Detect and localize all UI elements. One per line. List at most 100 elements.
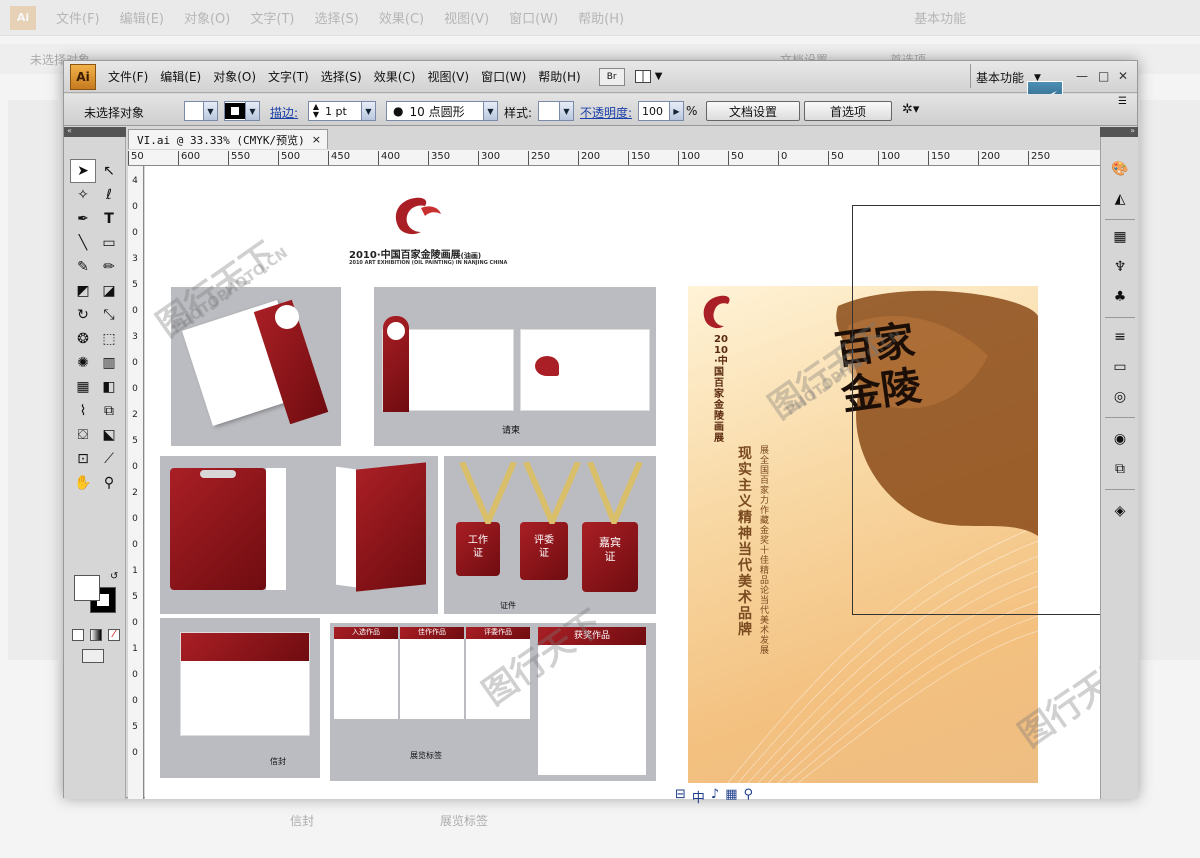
ai-logo[interactable]: Ai xyxy=(70,63,96,90)
blob-brush-tool-icon[interactable]: ◩ xyxy=(70,279,96,303)
chevron-down-icon: ▼ xyxy=(559,102,573,120)
color-guide-icon[interactable]: ◭ xyxy=(1108,187,1132,211)
eyedropper-tool-icon[interactable]: ⌇ xyxy=(70,399,96,423)
panel-menu-icon[interactable]: ☰ xyxy=(1118,96,1127,107)
free-transform-tool-icon[interactable]: ⬚ xyxy=(96,327,122,351)
zoom-tool-icon[interactable]: ⚲ xyxy=(96,471,122,495)
symbol-sprayer-tool-icon[interactable]: ✺ xyxy=(70,351,96,375)
vertical-ruler[interactable]: 4 0 0 3 5 0 3 0 0 2 5 0 2 0 0 1 5 0 1 0 0 5 0 xyxy=(128,166,144,799)
rotate-tool-icon[interactable]: ↻ xyxy=(70,303,96,327)
invitation-logo-icon xyxy=(535,356,559,376)
exhibition-title: 2010·中国百家金陵画展(油画) xyxy=(349,246,481,261)
swatches-panel-icon[interactable]: ▦ xyxy=(1108,225,1132,249)
close-tab-icon[interactable]: × xyxy=(312,133,321,146)
slice-tool-icon[interactable]: ⟋ xyxy=(96,447,122,471)
lasso-tool-icon[interactable]: ℓ xyxy=(96,183,122,207)
menu-view[interactable]: 视图(V) xyxy=(427,68,469,85)
live-paint-bucket-tool-icon[interactable]: ⛋ xyxy=(70,423,96,447)
selection-tool-icon[interactable]: ➤ xyxy=(70,159,96,183)
maximize-button[interactable]: □ xyxy=(1098,69,1109,83)
warp-tool-icon[interactable]: ❂ xyxy=(70,327,96,351)
menu-effect[interactable]: 效果(C) xyxy=(374,68,416,85)
gradient-button-icon[interactable] xyxy=(90,629,102,641)
menu-help[interactable]: 帮助(H) xyxy=(538,68,580,85)
style-label: 样式: xyxy=(504,106,533,120)
bg-menu-item: 文件(F) xyxy=(56,12,100,27)
screen-mode-icon[interactable] xyxy=(82,649,104,663)
color-button-icon[interactable] xyxy=(72,629,84,641)
gradient-panel-icon[interactable]: ▭ xyxy=(1108,355,1132,379)
brushes-panel-icon[interactable]: ♆ xyxy=(1108,255,1132,279)
stroke-weight-field[interactable]: ▲ ▼ 1 pt ▼ xyxy=(308,101,376,121)
puppet-warp-icon[interactable]: ✲▾ xyxy=(902,102,919,117)
color-mode-buttons: ⁄ xyxy=(72,629,120,641)
hand-tool-icon[interactable]: ✋ xyxy=(70,471,96,495)
pen-tool-icon[interactable]: ✒ xyxy=(70,207,96,231)
fill-color-dropdown[interactable]: ▼ xyxy=(184,101,218,121)
stroke-link[interactable]: 描边: xyxy=(270,104,298,121)
minimize-button[interactable]: — xyxy=(1076,69,1088,83)
ruler-tick-label: 200 xyxy=(978,151,1000,165)
blend-tool-icon[interactable]: ⧉ xyxy=(96,399,122,423)
background-menubar: Ai 文件(F) 编辑(E) 对象(O) 文字(T) 选择(S) 效果(C) 视… xyxy=(0,0,1200,36)
tools-panel-header[interactable]: « xyxy=(64,126,126,137)
scale-tool-icon[interactable]: ⤡ xyxy=(96,303,122,327)
fill-swatch xyxy=(185,103,203,119)
artboard-boundary[interactable] xyxy=(852,205,1100,615)
stepper-icon[interactable]: ▲ ▼ xyxy=(309,103,323,119)
opacity-field[interactable]: 100 ▶ xyxy=(638,101,684,121)
menu-object[interactable]: 对象(O) xyxy=(213,68,256,85)
horizontal-ruler[interactable]: 50 600 550 500 450 400 350 300 250 200 150 100 50 0 50… xyxy=(128,150,1100,166)
expand-icon[interactable]: » xyxy=(1130,126,1135,135)
fill-stroke-widget[interactable]: ↺ xyxy=(72,571,122,621)
rectangle-tool-icon[interactable]: ▭ xyxy=(96,231,122,255)
menu-edit[interactable]: 编辑(E) xyxy=(160,68,201,85)
transparency-panel-icon[interactable]: ◎ xyxy=(1108,385,1132,409)
pencil-tool-icon[interactable]: ✏ xyxy=(96,255,122,279)
illustrator-window: Ai 文件(F) 编辑(E) 对象(O) 文字(T) 选择(S) 效果(C) 视… xyxy=(63,60,1138,799)
right-panel-header[interactable]: » xyxy=(1100,126,1138,137)
eraser-tool-icon[interactable]: ◪ xyxy=(96,279,122,303)
ruler-tick-label: 300 xyxy=(478,151,500,165)
gradient-tool-icon[interactable]: ◧ xyxy=(96,375,122,399)
artboard-tool-icon[interactable]: ⊡ xyxy=(70,447,96,471)
background-tools xyxy=(8,100,58,660)
line-tool-icon[interactable]: ╲ xyxy=(70,231,96,255)
collapse-icon[interactable]: « xyxy=(67,126,72,135)
fill-box[interactable] xyxy=(74,575,100,601)
type-tool-icon[interactable]: T xyxy=(96,207,122,231)
symbols-panel-icon[interactable]: ♣ xyxy=(1108,285,1132,309)
bag2-front xyxy=(356,462,426,592)
mesh-tool-icon[interactable]: ▦ xyxy=(70,375,96,399)
menu-type[interactable]: 文字(T) xyxy=(268,68,309,85)
arrange-documents-button[interactable]: ▼ xyxy=(634,68,665,86)
layers-panel-icon[interactable]: ◈ xyxy=(1108,499,1132,523)
menu-select[interactable]: 选择(S) xyxy=(321,68,362,85)
document-tab[interactable]: VI.ai @ 33.33% (CMYK/预览) × xyxy=(128,129,328,149)
paintbrush-tool-icon[interactable]: ✎ xyxy=(70,255,96,279)
graphic-styles-panel-icon[interactable]: ⧉ xyxy=(1108,457,1132,481)
swap-icon[interactable]: ↺ xyxy=(110,571,118,582)
color-panel-icon[interactable]: 🎨 xyxy=(1108,157,1132,181)
bridge-button[interactable]: Br xyxy=(598,67,625,86)
document-setup-button[interactable]: 文档设置 xyxy=(706,101,800,121)
column-graph-tool-icon[interactable]: ▥ xyxy=(96,351,122,375)
close-window-button[interactable]: ✕ xyxy=(1118,69,1128,83)
magic-wand-tool-icon[interactable]: ✧ xyxy=(70,183,96,207)
menu-file[interactable]: 文件(F) xyxy=(108,68,148,85)
direct-selection-tool-icon[interactable]: ↖ xyxy=(96,159,122,183)
preferences-button[interactable]: 首选项 xyxy=(804,101,892,121)
none-button-icon[interactable]: ⁄ xyxy=(108,629,120,641)
ruler-tick-label: 0 xyxy=(132,306,138,316)
stroke-panel-icon[interactable]: ≡ xyxy=(1108,325,1132,349)
artboard-canvas[interactable]: 2010·中国百家金陵画展(油画) 2010 ART EXHIBITION (O… xyxy=(145,166,1100,799)
appearance-panel-icon[interactable]: ◉ xyxy=(1108,427,1132,451)
menu-window[interactable]: 窗口(W) xyxy=(481,68,526,85)
chevron-down-icon: ▼ xyxy=(654,71,663,82)
poster-vertical-title: 2010·中国百家金陵画展 xyxy=(714,334,728,444)
opacity-link[interactable]: 不透明度: xyxy=(580,104,632,121)
brush-dropdown[interactable]: ● 10 点圆形 ▼ xyxy=(386,101,498,121)
style-dropdown[interactable]: ▼ xyxy=(538,101,574,121)
live-paint-selection-tool-icon[interactable]: ⬕ xyxy=(96,423,122,447)
stroke-color-dropdown[interactable]: ▼ xyxy=(224,101,260,121)
